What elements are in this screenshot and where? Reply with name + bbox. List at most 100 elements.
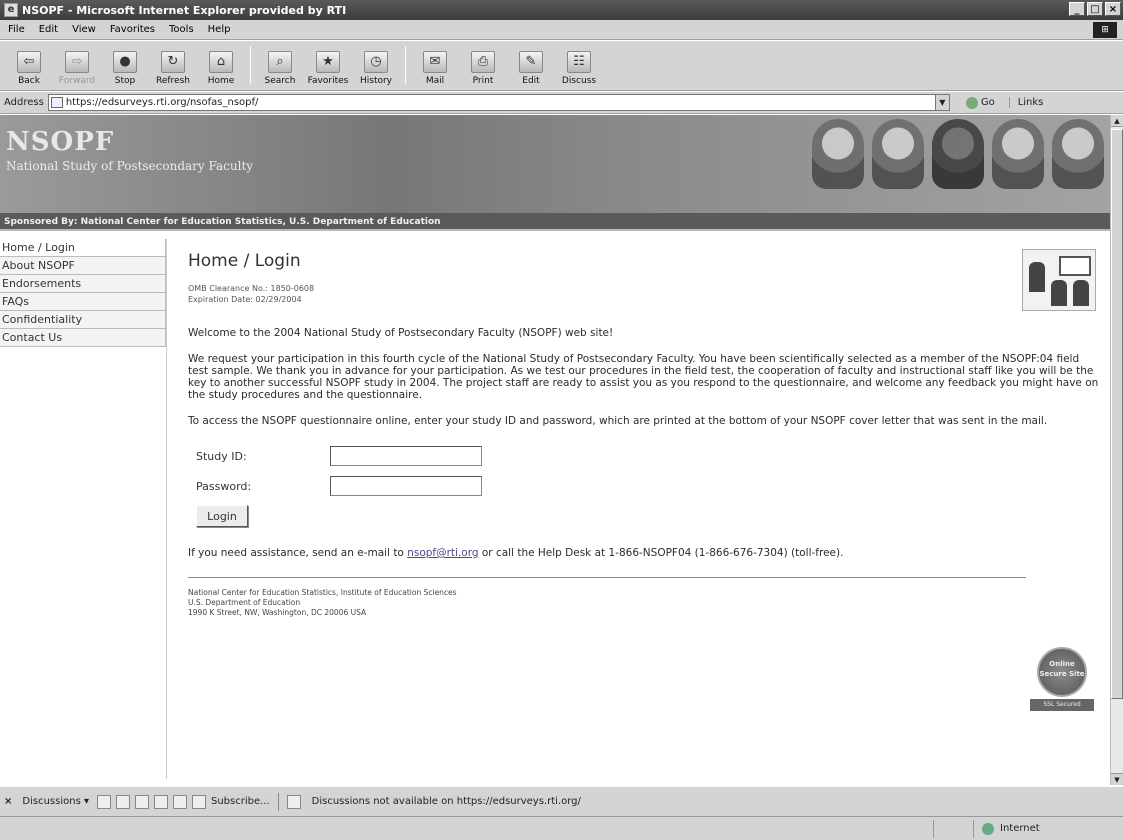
forward-button[interactable]: ⇨ Forward (54, 51, 100, 86)
favorites-button[interactable]: ★ Favorites (305, 51, 351, 86)
zone-label: Internet (1000, 822, 1040, 834)
home-button[interactable]: ⌂ Home (198, 51, 244, 86)
footer-line: 1990 K Street, NW, Washington, DC 20006 … (188, 608, 367, 617)
home-label: Home (207, 76, 235, 86)
mail-button[interactable]: ✉ Mail (412, 51, 458, 86)
menu-bar: File Edit View Favorites Tools Help ⊞ (0, 20, 1123, 40)
discussion-tool-icon[interactable] (96, 794, 111, 809)
discussions-menu[interactable]: Discussions ▾ (22, 796, 89, 807)
menu-help[interactable]: Help (208, 24, 231, 35)
scroll-up-icon[interactable]: ▲ (1111, 115, 1123, 127)
search-icon: ⌕ (268, 51, 292, 73)
login-button[interactable]: Login (196, 505, 248, 527)
nav-about[interactable]: About NSOPF (0, 257, 166, 275)
site-logo: NSOPF (6, 127, 115, 157)
menu-favorites[interactable]: Favorites (110, 24, 155, 35)
faculty-photos (812, 119, 1104, 189)
address-bar: Address https://edsurveys.rti.org/nsofas… (0, 92, 1123, 114)
nav-faqs[interactable]: FAQs (0, 293, 166, 311)
site-banner: NSOPF National Study of Postsecondary Fa… (0, 115, 1110, 213)
study-id-field[interactable] (330, 446, 482, 466)
nav-endorsements[interactable]: Endorsements (0, 275, 166, 293)
refresh-icon: ↻ (161, 51, 185, 73)
footer-divider (188, 577, 1026, 578)
address-input[interactable]: https://edsurveys.rti.org/nsofas_nsopf/ (47, 94, 936, 111)
toolbar-separator (405, 46, 406, 84)
stop-icon: ● (113, 51, 137, 73)
forward-arrow-icon: ⇨ (65, 51, 89, 73)
discussion-tool-icon[interactable] (115, 794, 130, 809)
scroll-thumb[interactable] (1111, 129, 1123, 699)
edit-label: Edit (522, 76, 540, 86)
faculty-photo (932, 119, 984, 189)
search-button[interactable]: ⌕ Search (257, 51, 303, 86)
edit-icon: ✎ (519, 51, 543, 73)
menu-edit[interactable]: Edit (39, 24, 58, 35)
password-row: Password: (196, 471, 1108, 501)
nav-contact[interactable]: Contact Us (0, 329, 166, 347)
password-field[interactable] (330, 476, 482, 496)
faculty-photo (992, 119, 1044, 189)
discussion-tool-icon[interactable] (134, 794, 149, 809)
edit-button[interactable]: ✎ Edit (508, 51, 554, 86)
subscribe-button[interactable]: Subscribe... (211, 796, 270, 807)
discuss-button[interactable]: ☷ Discuss (556, 51, 602, 86)
sidebar-divider (166, 239, 167, 779)
nav-home-login[interactable]: Home / Login (0, 239, 166, 257)
faculty-photo (1052, 119, 1104, 189)
seal-tag: SSL Secured (1030, 699, 1094, 711)
go-button[interactable]: Go (965, 96, 995, 109)
sponsor-bar: Sponsored By: National Center for Educat… (0, 213, 1110, 231)
assist-prefix: If you need assistance, send an e-mail t… (188, 547, 408, 559)
home-icon: ⌂ (209, 51, 233, 73)
stop-discussion-icon[interactable] (286, 794, 301, 809)
maximize-button[interactable]: □ (1087, 2, 1103, 16)
links-button[interactable]: Links (1008, 97, 1043, 108)
menu-view[interactable]: View (72, 24, 96, 35)
page-icon (50, 97, 63, 108)
nav-confidentiality[interactable]: Confidentiality (0, 311, 166, 329)
favorites-label: Favorites (307, 76, 349, 86)
assistance-text: If you need assistance, send an e-mail t… (188, 547, 1028, 559)
back-label: Back (18, 76, 40, 86)
discuss-label: Discuss (561, 76, 597, 86)
request-paragraph: We request your participation in this fo… (188, 353, 1099, 401)
login-form: Study ID: Password: Login (196, 441, 1108, 527)
close-discussions-icon[interactable]: × (4, 796, 12, 807)
help-email-link[interactable]: nsopf@rti.org (407, 547, 478, 559)
scroll-down-icon[interactable]: ▼ (1111, 773, 1123, 785)
address-dropdown-icon[interactable]: ▼ (935, 94, 950, 111)
discussion-tool-icon[interactable] (191, 794, 206, 809)
discussion-tool-icon[interactable] (153, 794, 168, 809)
vertical-scrollbar[interactable]: ▲ ▼ (1110, 115, 1123, 785)
forward-label: Forward (58, 76, 96, 86)
welcome-text: Welcome to the 2004 National Study of Po… (188, 327, 614, 339)
back-button[interactable]: ⇦ Back (6, 51, 52, 86)
globe-icon (982, 822, 994, 835)
print-icon: ⎙ (471, 51, 495, 73)
window-titlebar: e NSOPF - Microsoft Internet Explorer pr… (0, 0, 1123, 20)
stop-button[interactable]: ● Stop (102, 51, 148, 86)
assist-suffix: or call the Help Desk at 1-866-NSOPF04 (… (478, 547, 844, 559)
refresh-button[interactable]: ↻ Refresh (150, 51, 196, 86)
menu-file[interactable]: File (8, 24, 25, 35)
lock-icon (933, 819, 973, 838)
go-label: Go (980, 97, 995, 108)
history-button[interactable]: ◷ History (353, 51, 399, 86)
print-button[interactable]: ⎙ Print (460, 51, 506, 86)
stop-label: Stop (114, 76, 136, 86)
close-button[interactable]: × (1105, 2, 1121, 16)
go-arrow-icon (965, 96, 978, 109)
secure-site-seal[interactable]: Online Secure Site SSL Secured (1030, 647, 1094, 719)
minimize-button[interactable]: _ (1069, 2, 1085, 16)
discussions-bar: × Discussions ▾ Subscribe... Discussions… (0, 786, 1123, 816)
study-id-row: Study ID: (196, 441, 1108, 471)
page-viewport: NSOPF National Study of Postsecondary Fa… (0, 115, 1123, 785)
menu-tools[interactable]: Tools (169, 24, 194, 35)
toolbar-separator (250, 46, 251, 84)
faculty-photo (812, 119, 864, 189)
discussions-status: Discussions not available on https://eds… (311, 796, 581, 807)
faculty-photo (872, 119, 924, 189)
print-label: Print (472, 76, 494, 86)
discussion-tool-icon[interactable] (172, 794, 187, 809)
